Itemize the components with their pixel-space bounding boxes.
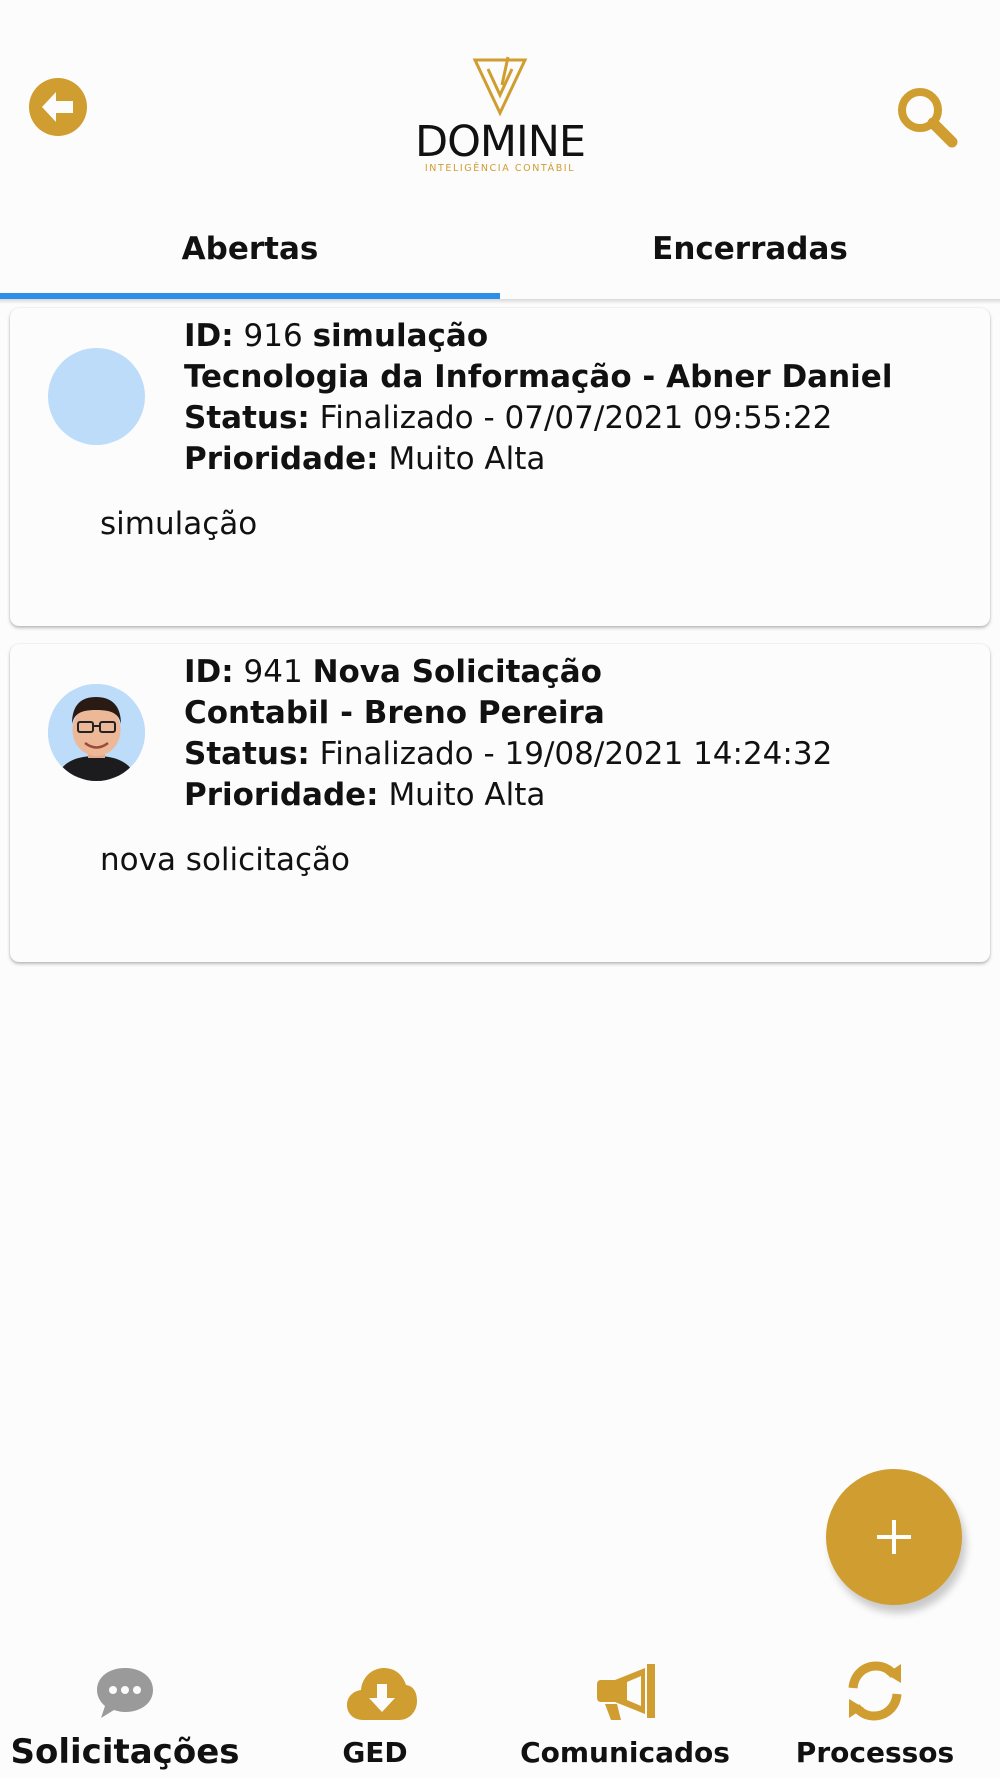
nav-label-comunicados: Comunicados <box>520 1736 730 1769</box>
priority-label: Prioridade: <box>184 777 379 813</box>
nav-label-processos: Processos <box>795 1736 955 1769</box>
sync-icon <box>848 1661 902 1721</box>
plus-icon <box>877 1520 911 1554</box>
app-header: DOMINE INTELIGÊNCIA CONTÁBIL <box>0 0 1000 190</box>
request-department-user: Tecnologia da Informação - Abner Daniel <box>184 359 893 395</box>
request-card[interactable]: ID: 941 Nova Solicitação Contabil - Bren… <box>10 644 990 962</box>
request-priority: Muito Alta <box>388 777 546 813</box>
nav-comunicados[interactable]: Comunicados <box>515 1650 735 1778</box>
priority-label: Prioridade: <box>184 441 379 477</box>
nav-label-solicitacoes: Solicitações <box>10 1732 240 1772</box>
logo-tagline: INTELIGÊNCIA CONTÁBIL <box>424 163 576 174</box>
search-icon <box>898 88 958 148</box>
cloud-download-icon <box>347 1668 417 1720</box>
nav-processos[interactable]: Processos <box>790 1650 960 1778</box>
request-department-user: Contabil - Breno Pereira <box>184 695 605 731</box>
tab-bar-shadow <box>0 299 1000 304</box>
request-id-line: ID: 916 simulação <box>184 316 974 357</box>
tab-encerradas[interactable]: Encerradas <box>500 200 1000 298</box>
status-label: Status: <box>184 400 310 436</box>
status-label: Status: <box>184 736 310 772</box>
nav-solicitacoes[interactable]: Solicitações <box>10 1650 240 1778</box>
search-button[interactable] <box>894 84 958 148</box>
domine-logo: DOMINE INTELIGÊNCIA CONTÁBIL <box>410 55 590 180</box>
tab-abertas[interactable]: Abertas <box>0 200 500 298</box>
request-id-line: ID: 941 Nova Solicitação <box>184 652 974 693</box>
megaphone-icon <box>597 1664 655 1720</box>
request-description: simulação <box>100 506 258 542</box>
request-card[interactable]: ID: 916 simulação Tecnologia da Informaç… <box>10 308 990 626</box>
request-info: ID: 941 Nova Solicitação Contabil - Bren… <box>184 652 974 816</box>
arrow-left-circle-icon <box>29 78 87 136</box>
id-label: ID: <box>184 318 234 354</box>
request-priority-line: Prioridade: Muito Alta <box>184 439 974 480</box>
request-title: simulação <box>312 318 489 354</box>
request-id: 916 <box>243 318 303 354</box>
nav-label-ged: GED <box>342 1736 408 1769</box>
request-status-line: Status: Finalizado - 07/07/2021 09:55:22 <box>184 398 974 439</box>
request-id: 941 <box>243 654 303 690</box>
nav-ged[interactable]: GED <box>300 1650 450 1778</box>
avatar <box>48 348 145 445</box>
back-button[interactable] <box>29 78 87 136</box>
request-priority-line: Prioridade: Muito Alta <box>184 775 974 816</box>
logo-wordmark: DOMINE <box>414 117 586 167</box>
request-status: Finalizado - 07/07/2021 09:55:22 <box>319 400 833 436</box>
request-info: ID: 916 simulação Tecnologia da Informaç… <box>184 316 974 480</box>
bottom-navigation: Solicitações GED Comunicados Processos <box>0 1650 1000 1778</box>
logo-mark-icon <box>472 56 528 117</box>
new-request-button[interactable] <box>826 1469 962 1605</box>
id-label: ID: <box>184 654 234 690</box>
avatar <box>48 684 145 781</box>
request-status: Finalizado - 19/08/2021 14:24:32 <box>319 736 833 772</box>
user-photo <box>48 684 145 781</box>
request-priority: Muito Alta <box>388 441 546 477</box>
request-status-line: Status: Finalizado - 19/08/2021 14:24:32 <box>184 734 974 775</box>
request-title: Nova Solicitação <box>312 654 602 690</box>
tab-bar: Abertas Encerradas <box>0 200 1000 304</box>
request-description: nova solicitação <box>100 842 350 878</box>
chat-bubble-icon <box>97 1668 153 1718</box>
